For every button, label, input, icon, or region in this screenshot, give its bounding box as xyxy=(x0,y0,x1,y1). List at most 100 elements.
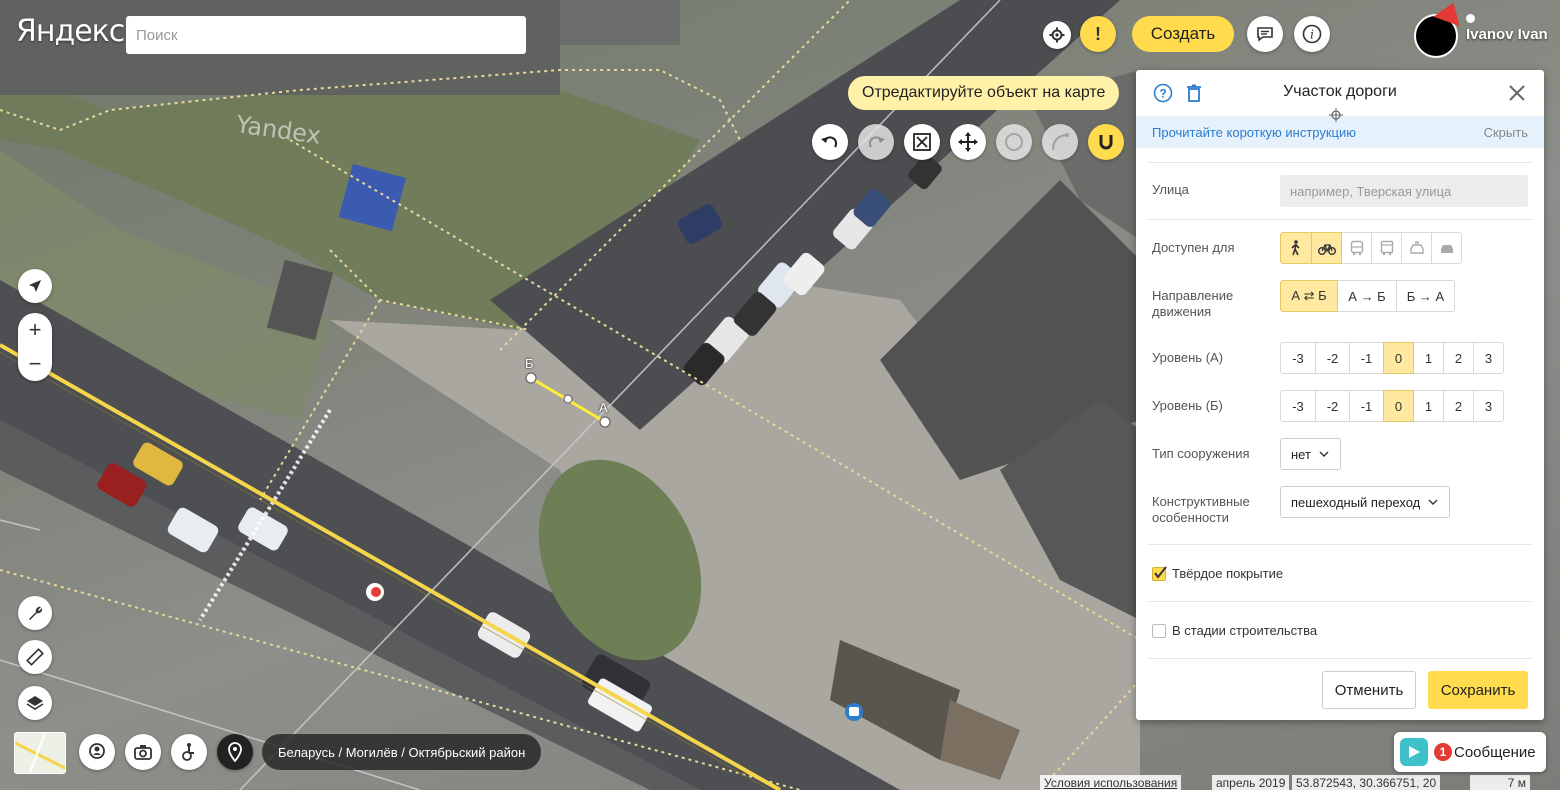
bus-icon xyxy=(1350,240,1363,256)
level-a-option[interactable]: -2 xyxy=(1315,342,1350,374)
checkbox-checked-icon[interactable] xyxy=(1152,565,1167,581)
access-car-toggle[interactable] xyxy=(1431,232,1462,264)
create-button[interactable]: Создать xyxy=(1132,16,1234,52)
close-panel-button[interactable] xyxy=(1506,82,1528,104)
minimap-toggle[interactable] xyxy=(14,732,66,774)
under-construction-checkbox[interactable]: В стадии строительства xyxy=(1152,623,1317,638)
access-bus-toggle[interactable] xyxy=(1341,232,1372,264)
divider xyxy=(1148,162,1532,163)
search-input[interactable] xyxy=(126,16,526,54)
level-b-option[interactable]: 3 xyxy=(1473,390,1504,422)
user-pin-icon xyxy=(89,743,105,759)
select-area-button[interactable] xyxy=(904,124,940,160)
info-button[interactable]: i xyxy=(1294,16,1330,52)
divider xyxy=(1148,658,1532,659)
level-a-option[interactable]: -3 xyxy=(1280,342,1316,374)
scale-bar: 7 м xyxy=(1470,775,1530,790)
place-pin-button[interactable] xyxy=(217,734,253,770)
notifications-button[interactable]: ! xyxy=(1080,16,1116,52)
username[interactable]: Ivanov Ivan xyxy=(1466,26,1548,43)
structure-type-label: Тип сооружения xyxy=(1152,446,1250,461)
layers-button[interactable] xyxy=(18,686,52,720)
level-b-selector: -3 -2 -1 0 1 2 3 xyxy=(1280,390,1504,422)
street-label: Улица xyxy=(1152,182,1189,197)
snap-magnet-button[interactable] xyxy=(1088,124,1124,160)
level-a-option-selected[interactable]: 0 xyxy=(1383,342,1414,374)
checkbox-unchecked-icon[interactable] xyxy=(1152,623,1166,638)
level-b-option[interactable]: -3 xyxy=(1280,390,1316,422)
scale-label: 7 м xyxy=(1507,775,1526,790)
level-a-option[interactable]: 3 xyxy=(1473,342,1504,374)
terms-link[interactable]: Условия использования xyxy=(1040,775,1182,790)
close-icon xyxy=(1509,85,1525,101)
level-b-option[interactable]: 2 xyxy=(1443,390,1474,422)
settings-button[interactable] xyxy=(1043,21,1071,49)
yandex-logo[interactable]: Яндекс xyxy=(16,14,125,49)
direction-label: Направление движения xyxy=(1152,288,1234,319)
panel-title: Участок дороги xyxy=(1283,83,1397,100)
redo-icon xyxy=(868,136,885,148)
level-a-option[interactable]: -1 xyxy=(1349,342,1384,374)
geolocation-button[interactable] xyxy=(18,269,52,303)
level-b-option[interactable]: 1 xyxy=(1413,390,1444,422)
features-value: пешеходный переход xyxy=(1291,494,1421,510)
camera-icon xyxy=(134,745,152,760)
level-a-option[interactable]: 2 xyxy=(1443,342,1474,374)
hard-surface-checkbox[interactable]: Твёрдое покрытие xyxy=(1152,565,1283,581)
direction-b-to-a-option[interactable]: Б → А xyxy=(1396,280,1455,312)
move-button[interactable] xyxy=(950,124,986,160)
circle-icon xyxy=(1005,133,1023,151)
feedback-button[interactable] xyxy=(1247,16,1283,52)
wrench-icon xyxy=(29,606,43,620)
access-taxi-toggle[interactable] xyxy=(1401,232,1432,264)
info-icon: i xyxy=(1302,24,1322,44)
location-breadcrumb[interactable]: Беларусь / Могилёв / Октябрьский район xyxy=(262,734,542,770)
segment-point-b-label: Б xyxy=(525,356,534,371)
ruler-button[interactable] xyxy=(18,640,52,674)
structure-type-select[interactable]: нет xyxy=(1280,438,1341,470)
crosshair-icon[interactable] xyxy=(1329,108,1343,122)
user-layer-button[interactable] xyxy=(79,734,115,770)
level-a-label: Уровень (А) xyxy=(1152,350,1224,365)
messenger-label: Сообщение xyxy=(1454,743,1536,761)
level-b-option-selected[interactable]: 0 xyxy=(1383,390,1414,422)
terms-link-label[interactable]: Условия использования xyxy=(1044,776,1177,790)
accessibility-button[interactable] xyxy=(171,734,207,770)
car-icon xyxy=(1440,245,1453,253)
zoom-out-button[interactable]: − xyxy=(18,347,52,381)
bicycle-icon xyxy=(1317,244,1336,255)
taxi-icon xyxy=(1409,241,1424,254)
level-b-option[interactable]: -2 xyxy=(1315,390,1350,422)
direction-both-option[interactable]: А ⇄ Б xyxy=(1280,280,1338,312)
direction-selector: А ⇄ Б А → Б Б → А xyxy=(1280,280,1455,312)
zoom-in-button[interactable]: + xyxy=(18,313,52,347)
level-b-option[interactable]: -1 xyxy=(1349,390,1384,422)
messenger-button[interactable]: 1 Сообщение xyxy=(1394,732,1546,772)
level-a-option[interactable]: 1 xyxy=(1413,342,1444,374)
undo-button[interactable] xyxy=(812,124,848,160)
cancel-button[interactable]: Отменить xyxy=(1322,671,1416,709)
curve-tool-button[interactable] xyxy=(1042,124,1078,160)
chevron-down-icon xyxy=(1428,499,1438,505)
panorama-button[interactable] xyxy=(125,734,161,770)
tools-button[interactable] xyxy=(18,596,52,630)
street-input[interactable]: например, Тверская улица xyxy=(1280,175,1528,207)
redo-button[interactable] xyxy=(858,124,894,160)
messenger-icon xyxy=(1400,738,1428,766)
wheelchair-icon xyxy=(182,743,194,761)
access-bicycle-toggle[interactable] xyxy=(1311,232,1342,264)
direction-a-to-b-option[interactable]: А → Б xyxy=(1337,280,1397,312)
features-select[interactable]: пешеходный переход xyxy=(1280,486,1450,518)
level-a-selector: -3 -2 -1 0 1 2 3 xyxy=(1280,342,1504,374)
access-pedestrian-toggle[interactable] xyxy=(1280,232,1312,264)
divider xyxy=(1148,219,1532,220)
structure-type-value: нет xyxy=(1291,446,1311,462)
edit-hint: Отредактируйте объект на карте xyxy=(848,76,1120,110)
features-label: Конструктивные особенности xyxy=(1152,494,1250,525)
save-button[interactable]: Сохранить xyxy=(1428,671,1528,709)
message-count-badge: 1 xyxy=(1434,743,1452,761)
circle-tool-button[interactable] xyxy=(996,124,1032,160)
instruction-link[interactable]: Прочитайте короткую инструкцию xyxy=(1152,125,1356,140)
hide-instruction-button[interactable]: Скрыть xyxy=(1484,125,1528,140)
access-truck-toggle[interactable] xyxy=(1371,232,1402,264)
